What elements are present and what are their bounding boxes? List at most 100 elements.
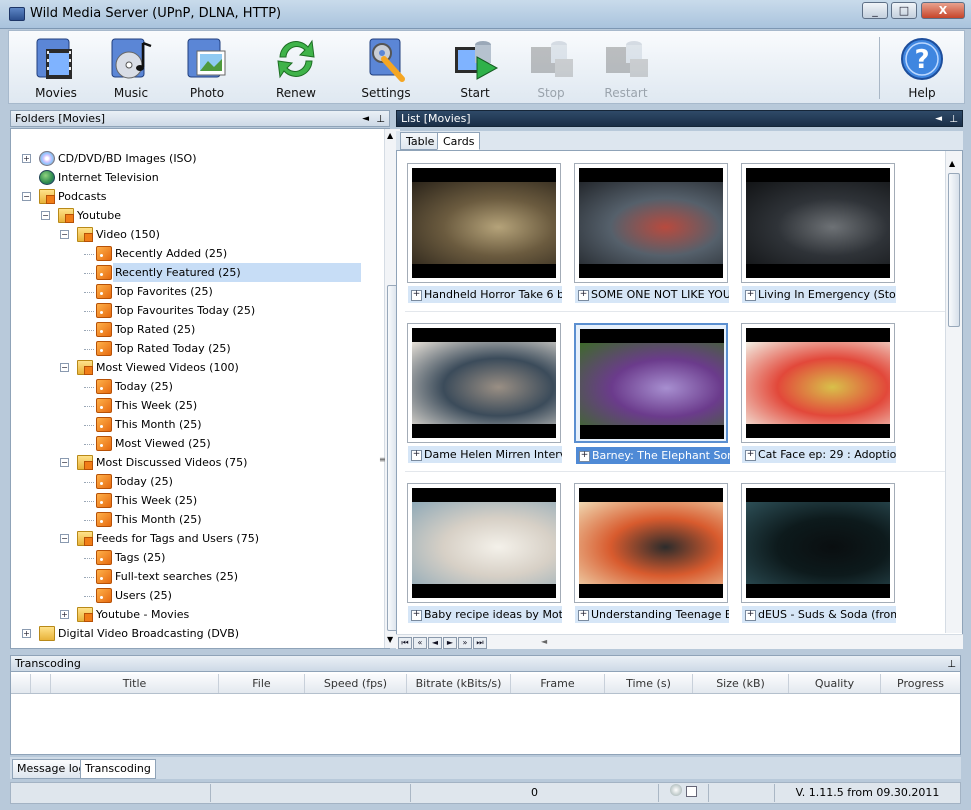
video-thumbnail[interactable] (412, 488, 556, 598)
video-thumbnail[interactable] (579, 488, 723, 598)
folders-panel-title: Folders [Movies] (15, 112, 106, 125)
photo-icon (187, 38, 226, 78)
column-quality[interactable]: Quality (789, 674, 881, 693)
pin-icon[interactable]: ⊥ (947, 657, 956, 672)
list-panel-title: List [Movies] (401, 112, 471, 125)
settings-label: Settings (361, 86, 411, 100)
minimize-button[interactable]: _ (862, 2, 888, 19)
settings-button[interactable]: Settings (351, 33, 421, 103)
video-thumbnail[interactable] (746, 488, 890, 598)
renew-icon (277, 39, 315, 79)
prev-page-icon[interactable]: « (413, 637, 427, 649)
video-caption[interactable]: Dame Helen Mirren Interview (408, 446, 562, 463)
close-button[interactable]: X (921, 2, 965, 19)
scroll-left-icon[interactable]: ◄ (541, 637, 547, 646)
collapse-icon[interactable]: − (60, 230, 69, 239)
renew-button[interactable]: Renew (263, 33, 329, 103)
main-toolbar: Movies Music Photo Renew Settings Start … (8, 30, 965, 104)
tree-line (84, 387, 94, 388)
video-card[interactable]: Baby recipe ideas by Mother (407, 483, 562, 623)
next-icon[interactable]: ► (443, 637, 457, 649)
rss-icon (96, 303, 112, 318)
column-size[interactable]: Size (kB) (693, 674, 789, 693)
pin-icon[interactable]: ⊥ (376, 112, 385, 127)
video-caption[interactable]: Baby recipe ideas by Mother (408, 606, 562, 623)
video-card[interactable]: Living In Emergency (Stories (741, 163, 896, 303)
tab-message-log[interactable]: Message log (12, 759, 91, 779)
expand-icon[interactable]: + (60, 610, 69, 619)
video-thumbnail[interactable] (412, 328, 556, 438)
video-thumbnail[interactable] (412, 168, 556, 278)
video-caption[interactable]: Cat Face ep: 29 : Adoption (742, 446, 896, 463)
collapse-left-icon[interactable]: ◄ (362, 112, 369, 127)
tree-line (84, 273, 94, 274)
photo-button[interactable]: Photo (175, 33, 239, 103)
stop-button[interactable]: Stop (519, 33, 583, 103)
scroll-up-icon[interactable]: ▲ (949, 159, 955, 168)
video-card[interactable]: SOME ONE NOT LIKE YOU (574, 163, 729, 303)
collapse-icon[interactable]: − (22, 192, 31, 201)
video-caption[interactable]: Barney: The Elephant Song (576, 447, 730, 464)
column-time[interactable]: Time (s) (605, 674, 693, 693)
video-card[interactable]: Understanding Teenage Boy (574, 483, 729, 623)
column-progress[interactable]: Progress (881, 674, 960, 693)
help-button[interactable]: ? Help (889, 33, 955, 103)
thumbnail-image (579, 182, 723, 264)
video-caption[interactable]: Handheld Horror Take 6 by L (408, 286, 562, 303)
last-page-icon[interactable]: ⏭ (473, 637, 487, 649)
tab-cards[interactable]: Cards (437, 132, 481, 150)
scroll-up-icon[interactable]: ▲ (387, 131, 393, 140)
rss-icon (96, 379, 112, 394)
video-caption[interactable]: SOME ONE NOT LIKE YOU (575, 286, 729, 303)
video-card[interactable]: Barney: The Elephant Song (574, 323, 730, 464)
tab-transcoding[interactable]: Transcoding (80, 759, 156, 779)
first-page-icon[interactable]: ⏮ (398, 637, 412, 649)
column-bitrate[interactable]: Bitrate (kBits/s) (407, 674, 511, 693)
collapse-icon[interactable]: − (60, 534, 69, 543)
music-icon (111, 38, 152, 79)
expand-icon[interactable]: + (22, 629, 31, 638)
video-card[interactable]: Handheld Horror Take 6 by L (407, 163, 562, 303)
tab-table[interactable]: Table (400, 132, 441, 150)
tree-node-label: Most Viewed Videos (100) (96, 361, 239, 374)
collapse-icon[interactable]: − (60, 363, 69, 372)
video-thumbnail[interactable] (746, 168, 890, 278)
restart-button[interactable]: Restart (593, 33, 659, 103)
video-thumbnail[interactable] (580, 329, 724, 439)
collapse-right-icon[interactable]: ◄ (935, 112, 942, 127)
collapse-icon[interactable]: − (60, 458, 69, 467)
music-button[interactable]: Music (99, 33, 163, 103)
tree-node-label: This Month (25) (115, 513, 202, 526)
video-thumbnail[interactable] (579, 168, 723, 278)
prev-icon[interactable]: ◄ (428, 637, 442, 649)
restart-label: Restart (604, 86, 648, 100)
column-title[interactable]: Title (51, 674, 219, 693)
pin-icon[interactable]: ⊥ (949, 112, 958, 127)
video-caption[interactable]: Understanding Teenage Boy (575, 606, 729, 623)
collapse-icon[interactable]: − (41, 211, 50, 220)
video-card[interactable]: dEUS - Suds & Soda (from W (741, 483, 896, 623)
movies-button[interactable]: Movies (23, 33, 89, 103)
video-card[interactable]: Dame Helen Mirren Interview (407, 323, 562, 463)
column-speed[interactable]: Speed (fps) (305, 674, 407, 693)
next-page-icon[interactable]: » (458, 637, 472, 649)
tree-node-label: Feeds for Tags and Users (75) (96, 532, 260, 545)
start-button[interactable]: Start (443, 33, 507, 103)
scroll-down-icon[interactable]: ▼ (387, 635, 393, 644)
rss-icon (96, 265, 112, 280)
checkbox-icon[interactable] (685, 786, 697, 797)
video-caption[interactable]: Living In Emergency (Stories (742, 286, 896, 303)
video-card[interactable]: Cat Face ep: 29 : Adoption (741, 323, 896, 463)
expand-icon[interactable]: + (22, 154, 31, 163)
cards-scroll-thumb[interactable] (948, 173, 960, 327)
splitter-grip[interactable]: ≡ (379, 455, 386, 464)
video-caption[interactable]: dEUS - Suds & Soda (from W (742, 606, 896, 623)
column-frame[interactable]: Frame (511, 674, 605, 693)
column-file[interactable]: File (219, 674, 305, 693)
cards-vertical-scrollbar[interactable]: ▲ (945, 151, 962, 633)
maximize-button[interactable]: □ (891, 2, 917, 19)
settings-icon (369, 38, 405, 82)
tree-node-label: Full-text searches (25) (115, 570, 239, 583)
thumbnail-image (412, 502, 556, 584)
video-thumbnail[interactable] (746, 328, 890, 438)
